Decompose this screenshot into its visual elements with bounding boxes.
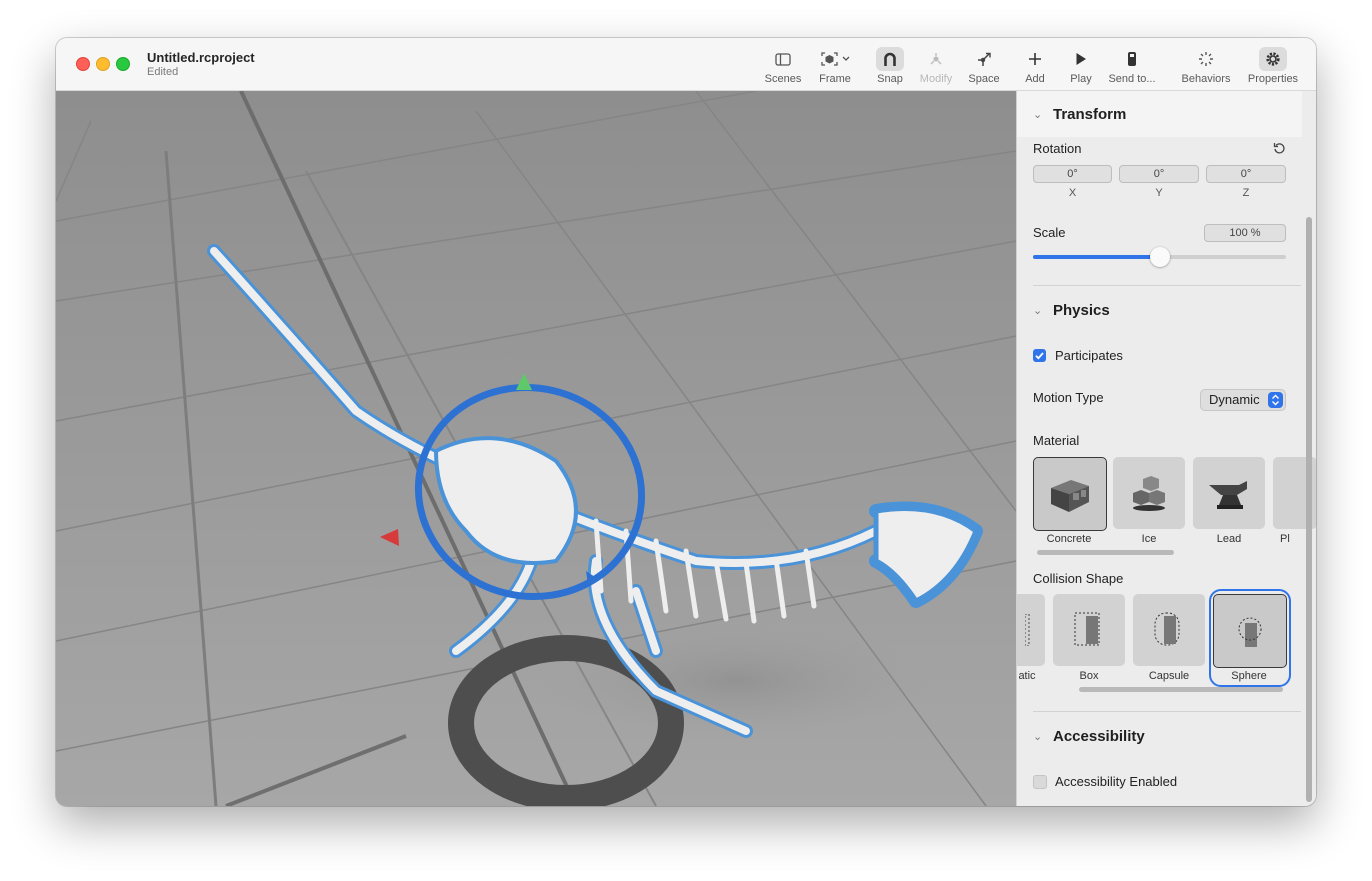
material-ice-label: Ice — [1141, 533, 1157, 545]
space-button[interactable]: Space — [964, 46, 1004, 88]
shape-scroll-indicator[interactable] — [1079, 687, 1283, 692]
frame-cube-icon — [821, 52, 850, 66]
material-concrete-tile[interactable] — [1033, 457, 1107, 531]
inspector-panel: ⌄ Transform Rotation 0° 0° 0° X Y Z Scal… — [1016, 91, 1316, 806]
transform-section-header[interactable]: ⌄ Transform — [1017, 91, 1302, 137]
document-status: Edited — [147, 66, 179, 78]
snap-label: Snap — [877, 73, 903, 85]
shape-capsule-tile[interactable] — [1133, 594, 1205, 666]
add-button[interactable]: Add — [1018, 46, 1052, 88]
shape-box-label: Box — [1079, 670, 1099, 682]
space-axes-icon — [978, 52, 991, 66]
play-icon — [1076, 53, 1086, 65]
capsule-shape-icon — [1154, 612, 1180, 646]
box-shape-icon — [1074, 612, 1100, 646]
close-window-button[interactable] — [76, 57, 90, 71]
material-lead-tile[interactable] — [1193, 457, 1265, 529]
participates-checkbox[interactable] — [1033, 349, 1046, 362]
participates-label: Participates — [1055, 348, 1123, 363]
scale-slider-fill — [1033, 255, 1160, 259]
motion-type-popup[interactable]: Dynamic — [1200, 389, 1286, 411]
chevron-down-icon: ⌄ — [1033, 730, 1043, 743]
section-divider — [1033, 285, 1301, 286]
device-icon — [1128, 52, 1136, 66]
properties-button[interactable]: Properties — [1244, 46, 1302, 88]
behaviors-icon — [1199, 52, 1213, 66]
frame-label: Frame — [819, 73, 851, 85]
add-label: Add — [1025, 73, 1045, 85]
shape-box-tile[interactable] — [1053, 594, 1125, 666]
material-ice-tile[interactable] — [1113, 457, 1185, 529]
accessibility-title: Accessibility — [1053, 727, 1145, 745]
inspector-scrollbar[interactable] — [1306, 217, 1312, 802]
accessibility-section-header[interactable]: ⌄ Accessibility — [1017, 713, 1302, 759]
snap-button[interactable]: Snap — [872, 46, 908, 88]
shape-sphere-label: Sphere — [1231, 670, 1267, 682]
scale-field[interactable]: 100 % — [1204, 224, 1286, 242]
properties-label: Properties — [1247, 73, 1299, 85]
behaviors-label: Behaviors — [1181, 73, 1231, 85]
modify-button[interactable]: Modify — [914, 46, 958, 88]
physics-section-header[interactable]: ⌄ Physics — [1017, 287, 1302, 333]
send-to-label: Send to... — [1108, 73, 1156, 85]
rotation-y-caption: Y — [1155, 187, 1163, 199]
material-label: Material — [1033, 433, 1080, 448]
shape-sphere-tile[interactable] — [1213, 594, 1287, 668]
scene-viewport[interactable] — [56, 91, 1016, 806]
behaviors-button[interactable]: Behaviors — [1176, 46, 1236, 88]
concrete-block-icon — [1051, 480, 1089, 512]
zoom-window-button[interactable] — [116, 57, 130, 71]
plus-icon — [1029, 53, 1041, 65]
checkmark-icon — [1035, 352, 1044, 360]
scale-label: Scale — [1033, 225, 1066, 240]
rotation-x-field[interactable]: 0° — [1033, 165, 1112, 183]
anvil-icon — [1209, 481, 1247, 509]
minimize-window-button[interactable] — [96, 57, 110, 71]
frame-button[interactable]: Frame — [814, 46, 856, 88]
sphere-shape-icon — [1238, 617, 1262, 647]
chevron-down-icon: ⌄ — [1033, 304, 1043, 317]
modify-label: Modify — [919, 73, 953, 85]
space-label: Space — [968, 73, 1000, 85]
send-to-button[interactable]: Send to... — [1106, 46, 1158, 88]
play-button[interactable]: Play — [1064, 46, 1098, 88]
scenes-label: Scenes — [764, 73, 802, 85]
ice-cubes-icon — [1133, 476, 1165, 511]
play-label: Play — [1070, 73, 1092, 85]
gear-icon — [1266, 52, 1280, 66]
rotation-z-field[interactable]: 0° — [1206, 165, 1286, 183]
rotation-z-caption: Z — [1242, 187, 1250, 199]
motion-type-value: Dynamic — [1209, 392, 1260, 407]
shape-capsule-label: Capsule — [1148, 670, 1190, 682]
popup-stepper-icon — [1268, 392, 1283, 408]
scenes-button[interactable]: Scenes — [762, 46, 804, 88]
chevron-down-icon: ⌄ — [1033, 108, 1043, 121]
material-concrete-label: Concrete — [1046, 533, 1092, 545]
scale-slider-knob[interactable] — [1149, 247, 1170, 267]
section-divider — [1033, 711, 1301, 712]
rotation-label: Rotation — [1033, 141, 1082, 156]
rotation-x-caption: X — [1068, 187, 1077, 199]
physics-title: Physics — [1053, 301, 1110, 319]
material-lead-label: Lead — [1216, 533, 1242, 545]
accessibility-enabled-label: Accessibility Enabled — [1055, 774, 1178, 789]
reset-rotation-icon[interactable] — [1273, 141, 1286, 154]
collision-shape-label: Collision Shape — [1033, 571, 1124, 586]
accessibility-enabled-checkbox[interactable] — [1033, 775, 1047, 789]
motion-type-label: Motion Type — [1033, 390, 1104, 405]
shape-static-label: atic — [1018, 670, 1036, 682]
scene-canvas[interactable] — [56, 91, 1016, 806]
toolbar: Untitled.rcproject Edited Scenes Frame S… — [56, 38, 1316, 91]
shape-static-tile[interactable] — [1017, 594, 1045, 666]
document-title: Untitled.rcproject — [147, 50, 255, 65]
modify-icon — [930, 53, 942, 65]
rotation-y-field[interactable]: 0° — [1119, 165, 1199, 183]
magnet-icon — [884, 52, 896, 66]
sidebar-icon — [775, 52, 791, 66]
scale-slider-track[interactable] — [1033, 247, 1286, 267]
transform-title: Transform — [1053, 105, 1127, 123]
app-window: Untitled.rcproject Edited Scenes Frame S… — [56, 38, 1316, 806]
material-scroll-indicator[interactable] — [1037, 550, 1174, 555]
static-mesh-icon — [1025, 614, 1030, 646]
